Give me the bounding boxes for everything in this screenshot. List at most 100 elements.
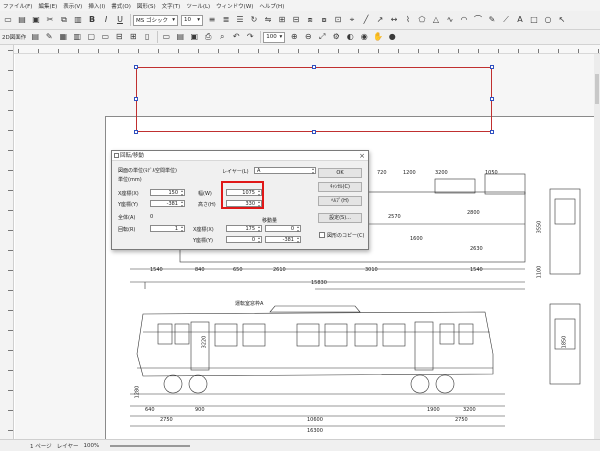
zoom-in-icon[interactable]: ⊕ bbox=[288, 31, 300, 43]
flip-icon[interactable]: ⇋ bbox=[262, 14, 274, 26]
front-icon[interactable]: ⧈ bbox=[304, 14, 316, 26]
pointer-icon[interactable]: ↖ bbox=[556, 14, 568, 26]
ok-button[interactable]: OK bbox=[318, 168, 362, 178]
menu-insert[interactable]: 挿入(I) bbox=[85, 2, 108, 10]
offset-y2-input[interactable]: -381 bbox=[265, 236, 301, 244]
ruler-tick bbox=[158, 49, 159, 53]
help-button[interactable]: ﾍﾙﾌﾟ(H) bbox=[318, 196, 362, 206]
dimension-label: 2750 bbox=[160, 417, 173, 423]
open-icon[interactable]: ▤ bbox=[174, 31, 186, 43]
offset-x-input[interactable]: 175 bbox=[226, 225, 262, 233]
redo-icon[interactable]: ↷ bbox=[244, 31, 256, 43]
font-size-combo[interactable]: 10 ▾ bbox=[181, 14, 203, 26]
zoom-slider[interactable] bbox=[110, 444, 191, 447]
group-icon[interactable]: ⊞ bbox=[276, 14, 288, 26]
split-icon[interactable]: ⊞ bbox=[127, 31, 139, 43]
arc-icon[interactable]: ◠ bbox=[458, 14, 470, 26]
grid-icon[interactable]: ⊡ bbox=[332, 14, 344, 26]
rotate-icon[interactable]: ↻ bbox=[248, 14, 260, 26]
y-input[interactable]: -381 bbox=[150, 200, 185, 208]
align-center-icon[interactable]: ≣ bbox=[220, 14, 232, 26]
curve-icon[interactable]: ∿ bbox=[444, 14, 456, 26]
layer-select[interactable]: A bbox=[254, 167, 316, 175]
layer-icon[interactable]: ▤ bbox=[29, 31, 41, 43]
table-icon[interactable]: ▥ bbox=[71, 31, 83, 43]
align-left-icon[interactable]: ≡ bbox=[206, 14, 218, 26]
menu-shape[interactable]: 図形(S) bbox=[134, 2, 159, 10]
dimension-label: 2630 bbox=[470, 246, 483, 252]
vertical-scrollbar[interactable] bbox=[594, 54, 600, 439]
ruler-tick bbox=[98, 49, 99, 53]
line-icon[interactable]: ╱ bbox=[360, 14, 372, 26]
layer-indicator[interactable]: レイヤー bbox=[57, 442, 79, 450]
paste-icon[interactable]: ▥ bbox=[72, 14, 84, 26]
menu-file[interactable]: ファイル(F) bbox=[0, 2, 35, 10]
offset-y-input[interactable]: 0 bbox=[226, 236, 262, 244]
copy-icon[interactable]: ⧉ bbox=[58, 14, 70, 26]
cancel-button[interactable]: ｷｬﾝｾﾙ(C) bbox=[318, 182, 362, 192]
settings-button[interactable]: 設定(S)... bbox=[318, 213, 362, 223]
save-icon[interactable]: ▣ bbox=[188, 31, 200, 43]
circle-icon[interactable]: ○ bbox=[542, 14, 554, 26]
color-icon[interactable]: ◐ bbox=[344, 31, 356, 43]
frame-icon[interactable]: ▢ bbox=[85, 31, 97, 43]
properties-icon[interactable]: ⚙ bbox=[330, 31, 342, 43]
zoom-out-icon[interactable]: ⊖ bbox=[302, 31, 314, 43]
close-icon[interactable]: × bbox=[359, 151, 365, 161]
connector-icon[interactable]: ⌒ bbox=[472, 14, 484, 26]
save-icon[interactable]: ▣ bbox=[30, 14, 42, 26]
cut-icon[interactable]: ✂ bbox=[44, 14, 56, 26]
menu-edit[interactable]: 編集(E) bbox=[35, 2, 60, 10]
zoom-combo[interactable]: 100 ▾ bbox=[263, 31, 286, 43]
ungroup-icon[interactable]: ⊟ bbox=[290, 14, 302, 26]
pen-icon[interactable]: ✎ bbox=[43, 31, 55, 43]
menu-text[interactable]: 文字(T) bbox=[159, 2, 184, 10]
window-icon[interactable]: ⊟ bbox=[113, 31, 125, 43]
rotate-input[interactable]: 1 bbox=[150, 225, 185, 233]
preview-icon[interactable]: ⌕ bbox=[216, 31, 228, 43]
page-icon[interactable]: ▭ bbox=[99, 31, 111, 43]
freehand-icon[interactable]: ✎ bbox=[486, 14, 498, 26]
menu-window[interactable]: ウィンドウ(W) bbox=[213, 2, 256, 10]
hand-icon[interactable]: ✋ bbox=[372, 31, 384, 43]
triangle-icon[interactable]: △ bbox=[430, 14, 442, 26]
arrow-icon[interactable]: ↗ bbox=[374, 14, 386, 26]
underline-icon[interactable]: U bbox=[114, 14, 126, 26]
dimension-label: 1540 bbox=[470, 267, 483, 273]
menu-view[interactable]: 表示(V) bbox=[60, 2, 85, 10]
ruler-tick bbox=[8, 290, 13, 291]
snap-icon[interactable]: ⌖ bbox=[346, 14, 358, 26]
scrollbar-thumb[interactable] bbox=[595, 74, 599, 104]
zoom-indicator[interactable]: 100% bbox=[83, 443, 99, 449]
print-icon[interactable]: ⎙ bbox=[202, 31, 214, 43]
open-folder-icon[interactable]: ▤ bbox=[16, 14, 28, 26]
new-icon[interactable]: ▭ bbox=[160, 31, 172, 43]
italic-icon[interactable]: I bbox=[100, 14, 112, 26]
undo-icon[interactable]: ↶ bbox=[230, 31, 242, 43]
record-icon[interactable]: ● bbox=[386, 31, 398, 43]
polyline-icon[interactable]: ⌇ bbox=[402, 14, 414, 26]
bold-icon[interactable]: B bbox=[86, 14, 98, 26]
fit-icon[interactable]: ⤢ bbox=[316, 31, 328, 43]
rectangle-icon[interactable]: □ bbox=[528, 14, 540, 26]
align-right-icon[interactable]: ☰ bbox=[234, 14, 246, 26]
back-icon[interactable]: ⧇ bbox=[318, 14, 330, 26]
x-input[interactable]: 150 bbox=[150, 189, 185, 197]
slash-icon[interactable]: ⟋ bbox=[500, 14, 512, 26]
menu-tools[interactable]: ツール(L) bbox=[183, 2, 213, 10]
offset-x2-input[interactable]: 0 bbox=[265, 225, 301, 233]
fill-icon[interactable]: ◉ bbox=[358, 31, 370, 43]
ruler-tick bbox=[558, 49, 559, 53]
font-name-combo[interactable]: MS ゴシック ▾ bbox=[133, 14, 178, 26]
text-icon[interactable]: A bbox=[514, 14, 526, 26]
menu-help[interactable]: ヘルプ(H) bbox=[256, 2, 287, 10]
ruler-tick bbox=[8, 150, 13, 151]
shape-icon[interactable]: ⬠ bbox=[416, 14, 428, 26]
font-size-value: 10 bbox=[184, 17, 191, 23]
new-file-icon[interactable]: ▭ bbox=[2, 14, 14, 26]
measure-icon[interactable]: ▦ bbox=[57, 31, 69, 43]
menu-format[interactable]: 書式(O) bbox=[108, 2, 134, 10]
dimension-icon[interactable]: ↔ bbox=[388, 14, 400, 26]
copy-checkbox[interactable] bbox=[319, 232, 325, 238]
column-icon[interactable]: ▯ bbox=[141, 31, 153, 43]
